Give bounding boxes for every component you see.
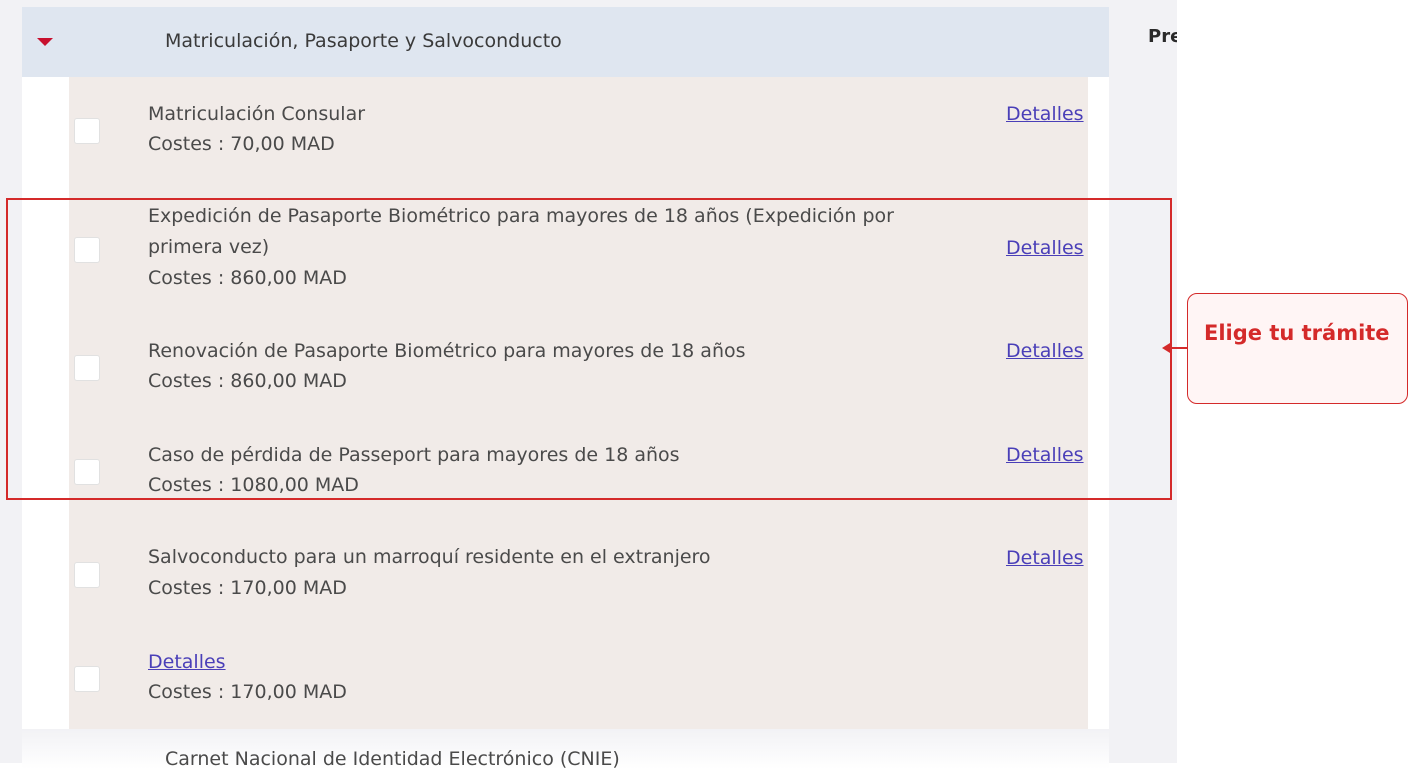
- procedure-cost: Costes : 70,00 MAD: [148, 133, 335, 155]
- accordion-title: Matriculación, Pasaporte y Salvoconducto: [165, 30, 562, 52]
- procedure-title: Matriculación Consular: [148, 103, 366, 125]
- procedure-checkbox[interactable]: [74, 562, 100, 588]
- procedure-checkbox[interactable]: [74, 459, 100, 485]
- procedure-cost: Costes : 860,00 MAD: [148, 370, 347, 392]
- procedure-title: Renovación de Pasaporte Biométrico para …: [148, 340, 746, 362]
- details-link[interactable]: Detalles: [1006, 237, 1084, 259]
- procedure-title: Salvoconducto para un marroquí residente…: [148, 546, 711, 568]
- side-panel-text: Pre: [1148, 26, 1177, 47]
- details-link[interactable]: Detalles: [1006, 547, 1084, 569]
- details-link[interactable]: Detalles: [1006, 103, 1084, 125]
- procedure-title: Caso de pérdida de Passeport para mayore…: [148, 444, 680, 466]
- details-link[interactable]: Detalles: [148, 651, 226, 673]
- details-link[interactable]: Detalles: [1006, 444, 1084, 466]
- accordion-header-cnie[interactable]: Carnet Nacional de Identidad Electrónico…: [22, 729, 1109, 770]
- details-link[interactable]: Detalles: [1006, 340, 1084, 362]
- procedure-checkbox[interactable]: [74, 237, 100, 263]
- procedure-cost: Costes : 1080,00 MAD: [148, 474, 359, 496]
- accordion-header-matriculacion[interactable]: Matriculación, Pasaporte y Salvoconducto: [22, 7, 1109, 77]
- arrow-left-icon: [1162, 343, 1188, 353]
- procedure-cost: Costes : 860,00 MAD: [148, 267, 347, 289]
- caret-down-icon[interactable]: [37, 38, 53, 46]
- procedure-checkbox[interactable]: [74, 666, 100, 692]
- callout-text: Elige tu trámite: [1204, 321, 1390, 345]
- callout-box: Elige tu trámite: [1187, 293, 1408, 404]
- accordion-title: Carnet Nacional de Identidad Electrónico…: [165, 748, 620, 770]
- procedure-cost: Costes : 170,00 MAD: [148, 577, 347, 599]
- procedure-checkbox[interactable]: [74, 118, 100, 144]
- procedure-title: Expedición de Pasaporte Biométrico para …: [148, 205, 894, 258]
- procedure-checkbox[interactable]: [74, 355, 100, 381]
- procedure-list: [69, 77, 1088, 729]
- procedure-cost: Costes : 170,00 MAD: [148, 681, 347, 703]
